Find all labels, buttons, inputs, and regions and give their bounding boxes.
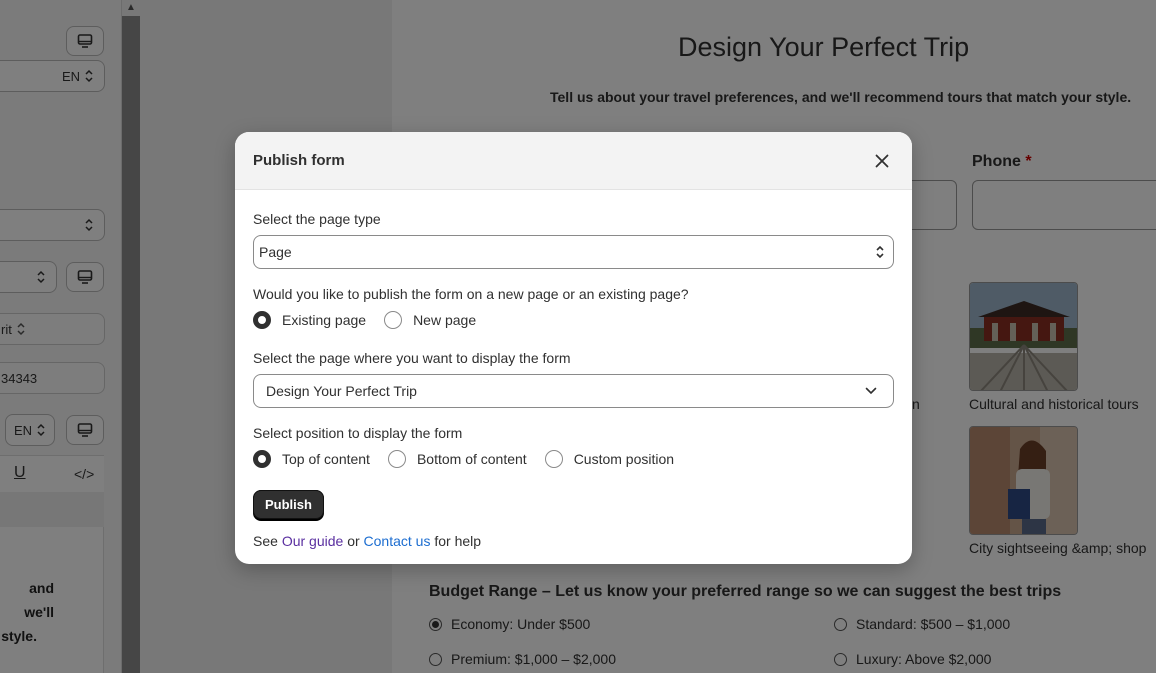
radio-bottom-label: Bottom of content: [416, 451, 527, 467]
chevron-up-down-icon: [876, 245, 884, 259]
chevron-down-icon: [865, 387, 877, 395]
page-type-label: Select the page type: [253, 211, 381, 227]
help-prefix: See: [253, 533, 278, 549]
our-guide-link[interactable]: Our guide: [282, 533, 343, 549]
page-type-select[interactable]: Page: [253, 235, 894, 269]
publish-where-label: Would you like to publish the form on a …: [253, 286, 689, 302]
target-page-dropdown[interactable]: Design Your Perfect Trip: [253, 374, 894, 408]
publish-form-dialog: Publish form Select the page type Page W…: [235, 132, 912, 564]
radio-new-page-label: New page: [413, 312, 477, 328]
target-page-label: Select the page where you want to displa…: [253, 350, 571, 366]
close-button[interactable]: [870, 149, 894, 173]
publish-where-group: Existing page New page: [253, 309, 894, 331]
radio-checked-icon: [253, 450, 271, 468]
radio-existing-page[interactable]: Existing page: [253, 311, 366, 329]
radio-bottom-of-content[interactable]: Bottom of content: [387, 450, 527, 468]
radio-custom-position[interactable]: Custom position: [544, 450, 675, 468]
dialog-header: Publish form: [235, 132, 912, 190]
radio-unchecked-icon: [384, 311, 403, 329]
page-type-value: Page: [259, 244, 292, 260]
help-text: See Our guide or Contact us for help: [253, 533, 894, 549]
position-group: Top of content Bottom of content Custom …: [253, 448, 894, 470]
dialog-body: Select the page type Page Would you like…: [235, 190, 912, 549]
radio-checked-icon: [253, 311, 271, 329]
radio-existing-page-label: Existing page: [282, 312, 367, 328]
contact-us-link[interactable]: Contact us: [364, 533, 431, 549]
target-page-value: Design Your Perfect Trip: [266, 383, 417, 399]
radio-new-page[interactable]: New page: [384, 311, 476, 329]
radio-top-of-content[interactable]: Top of content: [253, 450, 370, 468]
help-or: or: [347, 533, 360, 549]
close-icon: [875, 154, 889, 167]
radio-top-label: Top of content: [282, 451, 370, 467]
radio-custom-label: Custom position: [573, 451, 675, 467]
publish-button[interactable]: Publish: [253, 490, 324, 519]
radio-unchecked-icon: [387, 450, 406, 468]
radio-unchecked-icon: [544, 450, 563, 468]
position-label: Select position to display the form: [253, 425, 463, 441]
help-suffix: for help: [434, 533, 482, 549]
dialog-title: Publish form: [253, 152, 345, 169]
